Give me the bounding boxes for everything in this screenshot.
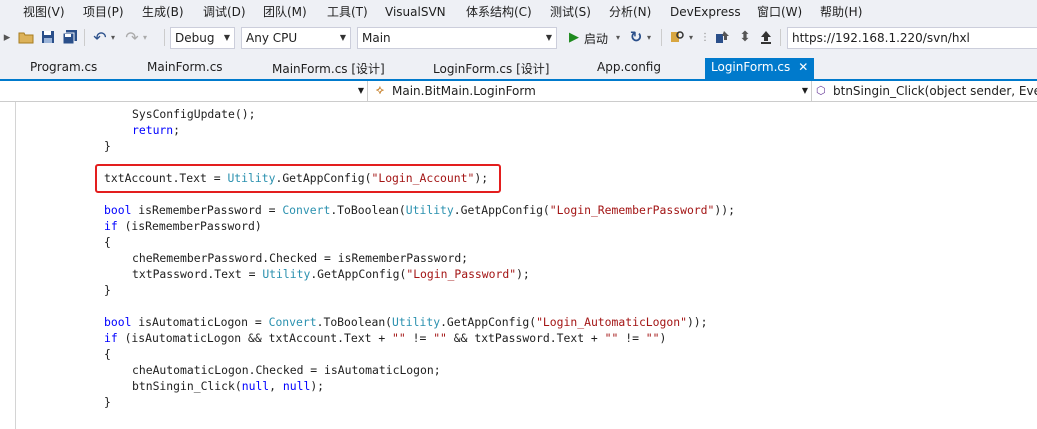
menu-tools[interactable]: 工具(T): [327, 0, 368, 24]
tab-loginform-design[interactable]: LoginForm.cs [设计]: [433, 60, 549, 77]
chevron-down-icon: ▼: [223, 33, 230, 42]
svn-url-input[interactable]: https://192.168.1.220/svn/hxl: [787, 27, 1037, 49]
code-line: bool isRememberPassword = Convert.ToBool…: [104, 203, 735, 217]
close-icon[interactable]: ✕: [798, 60, 808, 74]
chevron-down-icon: ▼: [801, 86, 808, 95]
menu-debug[interactable]: 调试(D): [203, 0, 246, 24]
nav-forward-icon[interactable]: ▸: [2, 28, 12, 46]
method-icon: ⬡: [816, 84, 826, 97]
refresh-dropdown-icon[interactable]: ▾: [644, 28, 654, 46]
code-line: }: [104, 139, 111, 153]
code-line: bool isAutomaticLogon = Convert.ToBoolea…: [104, 315, 708, 329]
menu-project[interactable]: 项目(P): [83, 0, 124, 24]
code-line: {: [104, 235, 111, 249]
type-dropdown-value: Main.BitMain.LoginForm: [392, 84, 536, 98]
svn-commit-icon[interactable]: ⬍: [736, 28, 754, 46]
undo-icon[interactable]: ↶: [91, 28, 109, 47]
tab-mainform-cs[interactable]: MainForm.cs: [147, 60, 223, 74]
chevron-down-icon: ▼: [357, 86, 364, 95]
toolbar-separator: [84, 29, 85, 46]
outline-margin: [15, 102, 16, 429]
start-play-icon[interactable]: ▶: [565, 28, 583, 46]
code-line: return;: [132, 123, 181, 137]
code-line: SysConfigUpdate();: [132, 107, 256, 121]
menu-architecture[interactable]: 体系结构(C): [466, 0, 532, 24]
code-line: cheRememberPassword.Checked = isRemember…: [132, 251, 469, 265]
class-icon: ⯎: [376, 84, 384, 97]
svn-url-value: https://192.168.1.220/svn/hxl: [792, 31, 970, 45]
tab-app-config[interactable]: App.config: [597, 60, 661, 74]
menu-view[interactable]: 视图(V): [23, 0, 65, 24]
undo-dropdown-icon[interactable]: ▾: [108, 28, 118, 46]
code-line: cheAutomaticLogon.Checked = isAutomaticL…: [132, 363, 441, 377]
code-line: }: [104, 283, 111, 297]
menu-bar: 视图(V) 项目(P) 生成(B) 调试(D) 团队(M) 工具(T) Visu…: [0, 0, 1037, 24]
platform-value: Any CPU: [246, 31, 298, 45]
platform-select[interactable]: Any CPU ▼: [241, 27, 351, 49]
code-line: btnSingin_Click(null, null);: [132, 379, 325, 393]
refresh-icon[interactable]: ↻: [627, 28, 645, 46]
save-icon[interactable]: [39, 28, 57, 46]
toolbar: ▸ ↶ ▾ ↷ ▾ Debug ▼ Any CPU ▼ Main ▼ ▶ 启动 …: [0, 24, 1037, 52]
toolbar-separator: [164, 29, 165, 46]
menu-test[interactable]: 测试(S): [550, 0, 591, 24]
open-folder-icon[interactable]: [17, 28, 35, 46]
code-line: if (isAutomaticLogon && txtAccount.Text …: [104, 331, 667, 345]
code-line: if (isRememberPassword): [104, 219, 262, 233]
redo-icon: ↷: [125, 27, 139, 47]
tab-label: LoginForm.cs: [711, 60, 791, 74]
menu-team[interactable]: 团队(M): [263, 0, 307, 24]
code-line: }: [104, 395, 111, 409]
find-dropdown-icon[interactable]: ▾: [686, 28, 696, 46]
menu-build[interactable]: 生成(B): [142, 0, 184, 24]
toolbar-separator: [780, 29, 781, 46]
document-tab-strip: Program.cs MainForm.cs MainForm.cs [设计] …: [0, 52, 1037, 81]
project-dropdown[interactable]: ▼: [0, 81, 368, 102]
highlight-annotation-box: [95, 164, 501, 193]
toolbar-separator: [661, 29, 662, 46]
svn-update-icon[interactable]: [714, 28, 732, 46]
solution-config-value: Debug: [175, 31, 215, 45]
menu-help[interactable]: 帮助(H): [820, 0, 862, 24]
menu-visualsvn[interactable]: VisualSVN: [385, 0, 446, 24]
member-dropdown-value: btnSingin_Click(object sender, EventArgs…: [833, 84, 1037, 98]
grip-icon: ⋮: [700, 31, 710, 43]
find-icon[interactable]: [668, 28, 686, 46]
startup-project-select[interactable]: Main ▼: [357, 27, 557, 49]
solution-config-select[interactable]: Debug ▼: [170, 27, 235, 49]
tab-program-cs[interactable]: Program.cs: [30, 60, 97, 74]
menu-devexpress[interactable]: DevExpress: [670, 0, 741, 24]
chevron-down-icon: ▼: [545, 33, 552, 42]
start-label[interactable]: 启动: [584, 30, 608, 47]
svn-upload-icon[interactable]: [757, 28, 775, 46]
menu-window[interactable]: 窗口(W): [757, 0, 802, 24]
tab-loginform-cs[interactable]: LoginForm.cs ✕: [705, 58, 815, 79]
menu-analyze[interactable]: 分析(N): [609, 0, 651, 24]
type-dropdown[interactable]: ⯎ Main.BitMain.LoginForm ▼: [372, 81, 812, 102]
code-editor[interactable]: SysConfigUpdate(); return; } txtAccount.…: [0, 102, 1037, 429]
start-dropdown-icon[interactable]: ▾: [613, 28, 623, 46]
save-all-icon[interactable]: [61, 28, 79, 46]
tab-mainform-design[interactable]: MainForm.cs [设计]: [272, 60, 385, 77]
chevron-down-icon: ▼: [339, 33, 346, 42]
member-dropdown[interactable]: ⬡ btnSingin_Click(object sender, EventAr…: [814, 81, 1037, 102]
navigation-bar: ▼ ⯎ Main.BitMain.LoginForm ▼ ⬡ btnSingin…: [0, 81, 1037, 102]
code-line: {: [104, 347, 111, 361]
code-line: txtPassword.Text = Utility.GetAppConfig(…: [132, 267, 530, 281]
redo-dropdown-icon: ▾: [142, 32, 147, 42]
startup-project-value: Main: [362, 31, 391, 45]
